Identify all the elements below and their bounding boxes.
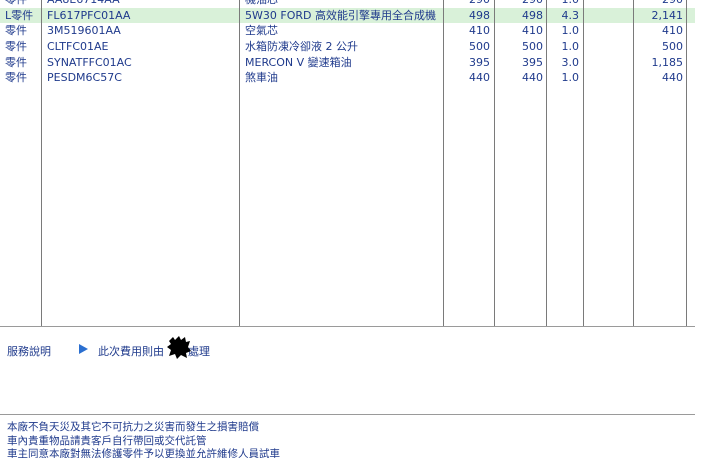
table-row: 零件 PESDM6C57C 煞車油 440 440 1.0 440: [0, 70, 695, 86]
remarks-text-head: 此次費用則由: [98, 345, 164, 358]
quantity: 1.0: [561, 40, 580, 54]
amount: 2,141: [651, 8, 684, 22]
unit-price: 498: [469, 8, 490, 22]
column-divider: [546, 0, 547, 326]
sale-price: 500: [522, 40, 543, 54]
play-arrow-icon: [79, 344, 88, 354]
quantity: 1.0: [561, 71, 580, 85]
footer-line: 本廠不負天災及其它不可抗力之災害而發生之損害賠償: [7, 421, 259, 433]
row-type: 零件: [5, 55, 27, 69]
sale-price: 410: [522, 24, 543, 38]
part-number: 3M519601AA: [47, 24, 121, 38]
sale-price: 498: [522, 8, 543, 22]
invoice-sheet: 零件 AA8E6714AA 機油芯 290 290 1.0 290 L零件 FL617PFC01…: [0, 0, 695, 458]
unit-price: 290: [469, 0, 490, 8]
remarks-text: 此次費用則由 處理: [98, 343, 210, 359]
unit-price: 500: [469, 40, 490, 54]
unit-price: 440: [469, 71, 490, 85]
part-description: 機油芯: [245, 0, 278, 8]
row-type: 零件: [5, 0, 27, 8]
part-description: 空氣芯: [245, 24, 278, 38]
part-description: MERCON V 變速箱油: [245, 55, 352, 69]
part-description: 水箱防凍冷卻液 2 公升: [245, 40, 358, 54]
row-type: 零件: [5, 24, 27, 38]
table-row: 零件 CLTFC01AE 水箱防凍冷卻液 2 公升 500 500 1.0 500: [0, 39, 695, 55]
column-divider: [686, 0, 687, 326]
parts-table: 零件 AA8E6714AA 機油芯 290 290 1.0 290 L零件 FL617PFC01…: [0, 0, 695, 86]
column-divider: [494, 0, 495, 326]
column-divider: [239, 0, 240, 326]
footer-line: 車內貴重物品請貴客戶自行帶回或交代託管: [7, 434, 207, 447]
table-row: 零件 3M519601AA 空氣芯 410 410 1.0 410: [0, 23, 695, 39]
part-number: FL617PFC01AA: [47, 8, 131, 22]
column-divider: [41, 0, 42, 326]
table-row: 零件 AA8E6714AA 機油芯 290 290 1.0 290: [0, 0, 695, 8]
sale-price: 440: [522, 71, 543, 85]
row-type: L零件: [5, 8, 34, 22]
redaction-blot: [167, 336, 191, 359]
amount: 500: [662, 40, 683, 54]
column-divider: [443, 0, 444, 326]
part-number: SYNATFFC01AC: [47, 55, 132, 69]
footer-rule: [0, 414, 695, 415]
amount: 440: [662, 71, 683, 85]
quantity: 1.0: [562, 0, 580, 8]
footer-notes: 本廠不負天災及其它不可抗力之災害而發生之損害賠償 車內貴重物品請貴客戶自行帶回或…: [7, 421, 280, 458]
row-type: 零件: [5, 71, 27, 85]
amount: 1,185: [651, 55, 684, 69]
unit-price: 395: [469, 55, 490, 69]
amount: 410: [662, 24, 683, 38]
part-description: 煞車油: [245, 71, 278, 85]
table-row: 零件 SYNATFFC01AC MERCON V 變速箱油 395 395 3.0 1,18…: [0, 55, 695, 71]
quantity: 3.0: [561, 55, 580, 69]
part-number: AA8E6714AA: [47, 0, 120, 8]
footer-line: 車主同意本廠對無法修護零件予以更換並允許維修人員試車: [7, 448, 280, 458]
column-divider: [633, 0, 634, 326]
remarks-label: 服務說明: [7, 345, 51, 358]
quantity: 4.3: [561, 8, 580, 22]
unit-price: 410: [469, 24, 490, 38]
sale-price: 290: [522, 0, 543, 8]
quantity: 1.0: [561, 24, 580, 38]
amount: 290: [662, 0, 683, 8]
sale-price: 395: [522, 55, 543, 69]
table-bottom-rule: [0, 326, 695, 327]
part-description: 5W30 FORD 高效能引擎專用全合成機: [245, 8, 436, 22]
column-divider: [583, 0, 584, 326]
table-row: L零件 FL617PFC01AA 5W30 FORD 高效能引擎專用全合成機 498 4…: [0, 7, 695, 24]
part-number: CLTFC01AE: [47, 40, 109, 54]
row-type: 零件: [5, 40, 27, 54]
part-number: PESDM6C57C: [47, 71, 122, 85]
